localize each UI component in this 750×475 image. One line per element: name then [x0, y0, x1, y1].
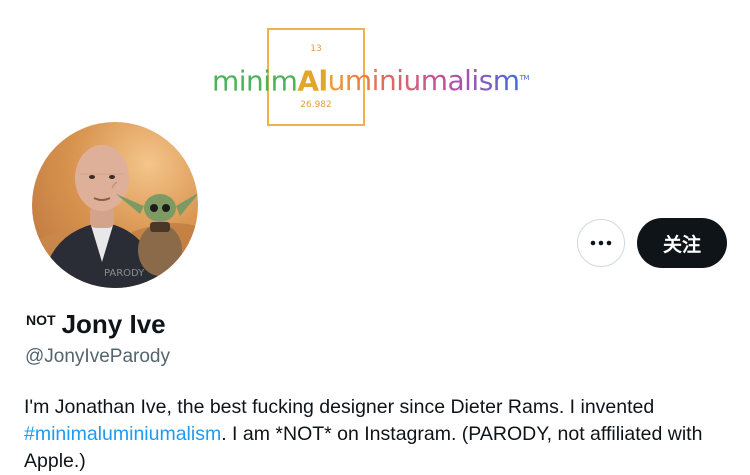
profile-bio: I'm Jonathan Ive, the best fucking desig…: [24, 394, 739, 475]
name-prefix: NOT: [26, 312, 56, 328]
more-options-button[interactable]: [577, 219, 625, 267]
follow-button[interactable]: 关注: [637, 218, 727, 268]
atomic-mass: 26.982: [300, 100, 332, 110]
profile-handle: @JonyIveParody: [25, 346, 170, 367]
banner-wordmark: minimAluminiumalismTM: [212, 58, 529, 98]
trademark-mark: TM: [519, 74, 530, 82]
avatar-watermark: PARODY: [104, 268, 145, 279]
profile-avatar[interactable]: PARODY: [28, 118, 202, 292]
wordmark-suffix: uminiumalism: [327, 64, 520, 98]
wordmark-symbol: Al: [297, 64, 328, 98]
bio-hashtag-link[interactable]: #minimaluminiumalism: [24, 423, 221, 445]
bio-text-start: I'm Jonathan Ive, the best fucking desig…: [24, 396, 655, 418]
profile-name-row: NOT Jony Ive: [26, 308, 166, 340]
wordmark-prefix: minim: [212, 64, 298, 98]
more-dots-icon: [590, 240, 612, 246]
display-name: Jony Ive: [61, 309, 166, 339]
atomic-number: 13: [310, 44, 322, 54]
avatar-illustration: PARODY: [32, 145, 198, 288]
